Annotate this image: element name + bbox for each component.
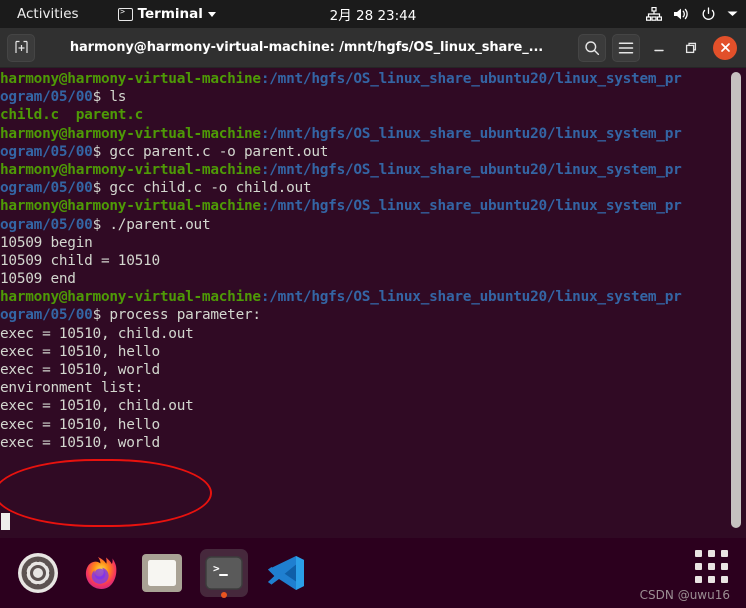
- terminal-line: ogram/05/00$ gcc child.c -o child.out: [0, 180, 312, 197]
- terminal-line: harmony@harmony-virtual-machine:/mnt/hgf…: [0, 289, 682, 306]
- terminal-line: 10509 end: [0, 271, 76, 288]
- terminal-text: harmony@harmony-virtual-machine:/mnt/hgf…: [0, 70, 726, 452]
- terminal-line: harmony@harmony-virtual-machine:/mnt/hgf…: [0, 161, 682, 178]
- terminal-line: harmony@harmony-virtual-machine:/mnt/hgf…: [0, 125, 682, 142]
- terminal-line: environment list:: [0, 380, 144, 397]
- running-indicator-dot: [221, 592, 227, 598]
- vscode-icon: [268, 556, 304, 590]
- clock[interactable]: 2月 28 23:44: [273, 4, 473, 24]
- terminal-icon: [117, 7, 133, 21]
- gear-icon: [18, 553, 58, 593]
- terminal-line: ogram/05/00$ process parameter:: [0, 307, 261, 324]
- terminal-line: exec = 10510, world: [0, 434, 160, 451]
- dock: > CSDN @uwu16: [0, 538, 746, 608]
- terminal-icon: >: [205, 556, 243, 590]
- terminal-line: exec = 10510, hello: [0, 416, 160, 433]
- power-icon: [701, 6, 716, 22]
- top-panel: Activities Terminal 2月 28 23:44: [0, 0, 746, 28]
- window-titlebar: harmony@harmony-virtual-machine: /mnt/hg…: [0, 28, 746, 68]
- annotation-ellipse: [0, 459, 212, 527]
- terminal-line: exec = 10510, hello: [0, 343, 160, 360]
- scrollbar-thumb[interactable]: [731, 72, 741, 528]
- terminal-line: 10509 begin: [0, 234, 93, 251]
- close-icon[interactable]: [713, 35, 737, 60]
- activities-button[interactable]: Activities: [10, 3, 86, 25]
- window-controls: [578, 33, 737, 62]
- terminal-line: harmony@harmony-virtual-machine:/mnt/hgf…: [0, 71, 682, 87]
- show-applications-icon[interactable]: [695, 550, 728, 583]
- terminal-line: ogram/05/00$ gcc parent.c -o parent.out: [0, 143, 329, 160]
- folder-icon: [142, 554, 182, 592]
- firefox-icon: [85, 557, 117, 590]
- chevron-down-icon: [207, 11, 216, 17]
- svg-text:>: >: [213, 562, 220, 575]
- volume-icon: [673, 7, 690, 21]
- dock-item-terminal[interactable]: >: [200, 549, 248, 598]
- terminal-scrollbar[interactable]: [726, 68, 746, 538]
- network-wired-icon: [646, 7, 662, 21]
- dock-item-vscode[interactable]: [262, 549, 310, 597]
- dock-item-settings[interactable]: [14, 549, 62, 597]
- minimize-icon[interactable]: [646, 35, 672, 61]
- terminal-line: exec = 10510, child.out: [0, 325, 194, 342]
- terminal-line: ogram/05/00$ ls: [0, 89, 127, 106]
- chevron-down-icon: [727, 10, 738, 18]
- terminal-line: exec = 10510, child.out: [0, 398, 194, 415]
- terminal-line: ogram/05/00$ ./parent.out: [0, 216, 211, 233]
- dock-item-files[interactable]: [138, 549, 186, 597]
- terminal-line: child.c parent.c: [0, 107, 144, 124]
- hamburger-menu-icon[interactable]: [612, 33, 640, 62]
- app-menu-button[interactable]: Terminal: [112, 3, 222, 25]
- terminal-line: harmony@harmony-virtual-machine:/mnt/hgf…: [0, 198, 682, 215]
- new-tab-icon[interactable]: [7, 33, 35, 62]
- page-title: harmony@harmony-virtual-machine: /mnt/hg…: [69, 40, 544, 55]
- terminal-cursor: [1, 513, 10, 530]
- system-status-area[interactable]: [646, 0, 738, 28]
- terminal-line: 10509 child = 10510: [0, 252, 160, 269]
- dock-item-firefox[interactable]: [76, 549, 124, 597]
- watermark: CSDN @uwu16: [639, 588, 730, 602]
- terminal-line: exec = 10510, world: [0, 362, 160, 378]
- app-menu-label: Terminal: [137, 6, 203, 22]
- maximize-icon[interactable]: [678, 35, 704, 61]
- terminal-content-area[interactable]: harmony@harmony-virtual-machine:/mnt/hgf…: [0, 68, 746, 538]
- search-icon[interactable]: [578, 33, 606, 62]
